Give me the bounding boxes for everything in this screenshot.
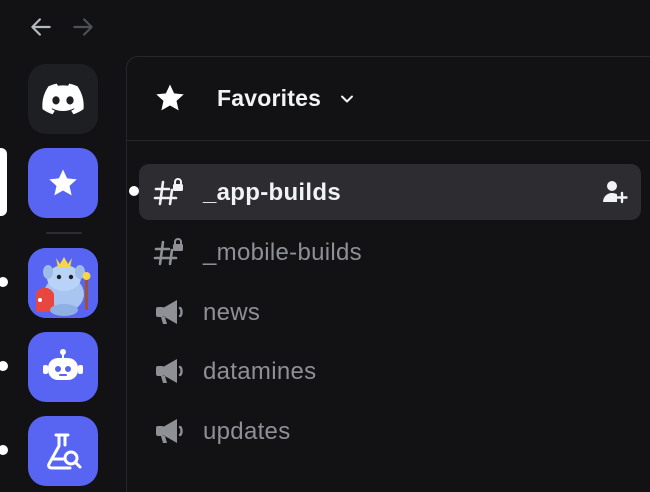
discord-logo-icon [42,83,84,115]
channel-mobile-builds[interactable]: _mobile-builds [139,224,641,280]
unread-indicator [0,361,8,371]
arrow-right-icon [73,18,93,36]
page-title: Favorites [217,85,322,111]
channel-label: news [203,299,261,326]
channel-updates[interactable]: updates [139,403,641,459]
chevron-down-icon[interactable] [337,89,357,109]
star-icon [156,84,184,111]
wumpus-server-button[interactable] [28,248,98,318]
channel-label: _app-builds [203,179,341,206]
unread-indicator [0,445,8,455]
server-rail [0,56,126,492]
hashtag-lock-icon [153,238,183,266]
discord-window: Favorites _app-builds _mobile-builds new… [0,0,650,492]
channel-label: _mobile-builds [203,239,362,266]
arrow-left-icon [31,18,51,36]
selected-indicator [0,148,7,216]
megaphone-icon [156,300,183,324]
channel-panel: Favorites _app-builds _mobile-builds new… [126,56,650,492]
channel-label: datamines [203,358,317,385]
back-button[interactable] [26,12,56,42]
robot-server-button[interactable] [28,332,98,402]
channel-news[interactable]: news [139,284,641,340]
favorites-server-button[interactable] [28,148,98,218]
unread-indicator [0,277,8,287]
wumpus-king-avatar [28,248,98,318]
flask-search-icon [47,433,82,470]
home-button[interactable] [28,64,98,134]
lab-server-button[interactable] [28,416,98,486]
robot-icon [43,349,83,380]
megaphone-icon [156,419,183,443]
channel-datamines[interactable]: datamines [139,343,641,399]
add-member-icon[interactable] [601,178,629,206]
star-icon [49,169,77,196]
unread-indicator [129,186,139,196]
rail-separator [46,232,82,234]
favorites-header[interactable]: Favorites [127,57,650,141]
forward-button[interactable] [68,12,98,42]
hashtag-lock-icon [153,178,183,206]
channel-label: updates [203,418,291,445]
megaphone-icon [156,359,183,383]
channel-app-builds[interactable]: _app-builds [129,164,641,220]
